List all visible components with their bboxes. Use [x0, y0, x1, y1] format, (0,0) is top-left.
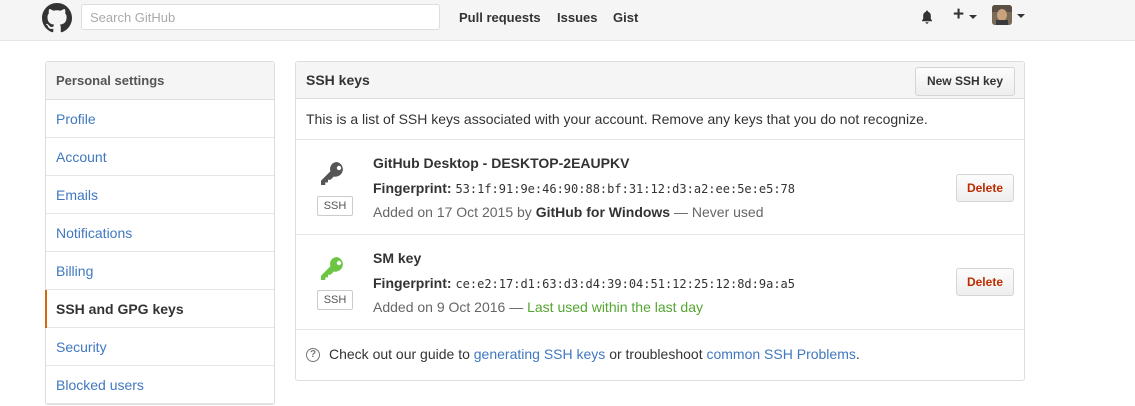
added-date: Added on 17 Oct 2015 by [373, 204, 532, 220]
create-new-icon[interactable]: + [953, 5, 964, 25]
ssh-key-item: SSH GitHub Desktop - DESKTOP-2EAUPKV Fin… [296, 140, 1024, 235]
bell-icon[interactable] [919, 9, 935, 25]
nav-pull-requests[interactable]: Pull requests [459, 10, 541, 25]
sidebar-heading: Personal settings [46, 62, 274, 100]
usage-status: Last used within the last day [527, 299, 703, 315]
panel-description: This is a list of SSH keys associated wi… [296, 99, 1024, 140]
footer-text-part: or troubleshoot [609, 346, 703, 362]
key-icon [321, 162, 343, 185]
key-fingerprint: Fingerprint: ce:e2:17:d1:63:d3:d4:39:04:… [373, 275, 795, 291]
fingerprint-label: Fingerprint: [373, 180, 452, 196]
key-icon [321, 257, 343, 280]
footer-text-part: . [855, 346, 860, 362]
search-input[interactable] [81, 4, 440, 30]
avatar[interactable] [992, 5, 1012, 25]
footer-text: Check out our guide to generating SSH ke… [329, 346, 860, 362]
sidebar-item-emails[interactable]: Emails [46, 176, 274, 214]
question-icon: ? [306, 348, 320, 362]
delete-key-button[interactable]: Delete [955, 268, 1014, 296]
fingerprint-value: 53:1f:91:9e:46:90:88:bf:31:12:d3:a2:ee:5… [455, 182, 795, 196]
ssh-badge: SSH [317, 196, 353, 216]
delete-key-button[interactable]: Delete [955, 174, 1014, 202]
settings-sidebar: Personal settings Profile Account Emails… [45, 61, 275, 405]
usage-status: — Never used [674, 204, 764, 220]
chevron-down-icon[interactable] [1017, 14, 1025, 18]
common-ssh-problems-link[interactable]: common SSH Problems [706, 346, 855, 362]
sidebar-item-billing[interactable]: Billing [46, 252, 274, 290]
sidebar-item-ssh-gpg-keys[interactable]: SSH and GPG keys [45, 290, 274, 328]
footer-text-part: Check out our guide to [329, 346, 470, 362]
fingerprint-label: Fingerprint: [373, 275, 452, 291]
chevron-down-icon[interactable] [969, 15, 977, 19]
new-ssh-key-button[interactable]: New SSH key [914, 67, 1015, 96]
avatar-image [992, 5, 1012, 25]
key-added-info: Added on 9 Oct 2016 — Last used within t… [373, 299, 703, 315]
key-title: SM key [373, 250, 422, 266]
key-fingerprint: Fingerprint: 53:1f:91:9e:46:90:88:bf:31:… [373, 180, 795, 196]
sidebar-item-profile[interactable]: Profile [46, 100, 274, 138]
panel-footer: ? Check out our guide to generating SSH … [296, 330, 1024, 380]
sidebar-item-account[interactable]: Account [46, 138, 274, 176]
sidebar-item-blocked-users[interactable]: Blocked users [46, 366, 274, 404]
key-added-info: Added on 17 Oct 2015 by GitHub for Windo… [373, 204, 763, 220]
key-title: GitHub Desktop - DESKTOP-2EAUPKV [373, 155, 630, 171]
panel-header: SSH keys New SSH key [296, 62, 1024, 99]
ssh-badge: SSH [317, 290, 353, 310]
top-header: Pull requests Issues Gist + [0, 0, 1135, 41]
github-logo-icon[interactable] [42, 3, 72, 33]
page-title: SSH keys [306, 72, 370, 88]
ssh-keys-panel: SSH keys New SSH key This is a list of S… [295, 61, 1025, 381]
generating-ssh-keys-link[interactable]: generating SSH keys [474, 346, 606, 362]
sidebar-item-security[interactable]: Security [46, 328, 274, 366]
added-date: Added on 9 Oct 2016 — [373, 299, 524, 315]
nav-gist[interactable]: Gist [613, 10, 638, 25]
nav-issues[interactable]: Issues [557, 10, 597, 25]
fingerprint-value: ce:e2:17:d1:63:d3:d4:39:04:51:12:25:12:8… [455, 277, 795, 291]
sidebar-item-notifications[interactable]: Notifications [46, 214, 274, 252]
ssh-key-item: SSH SM key Fingerprint: ce:e2:17:d1:63:d… [296, 235, 1024, 330]
added-by: GitHub for Windows [535, 204, 671, 220]
